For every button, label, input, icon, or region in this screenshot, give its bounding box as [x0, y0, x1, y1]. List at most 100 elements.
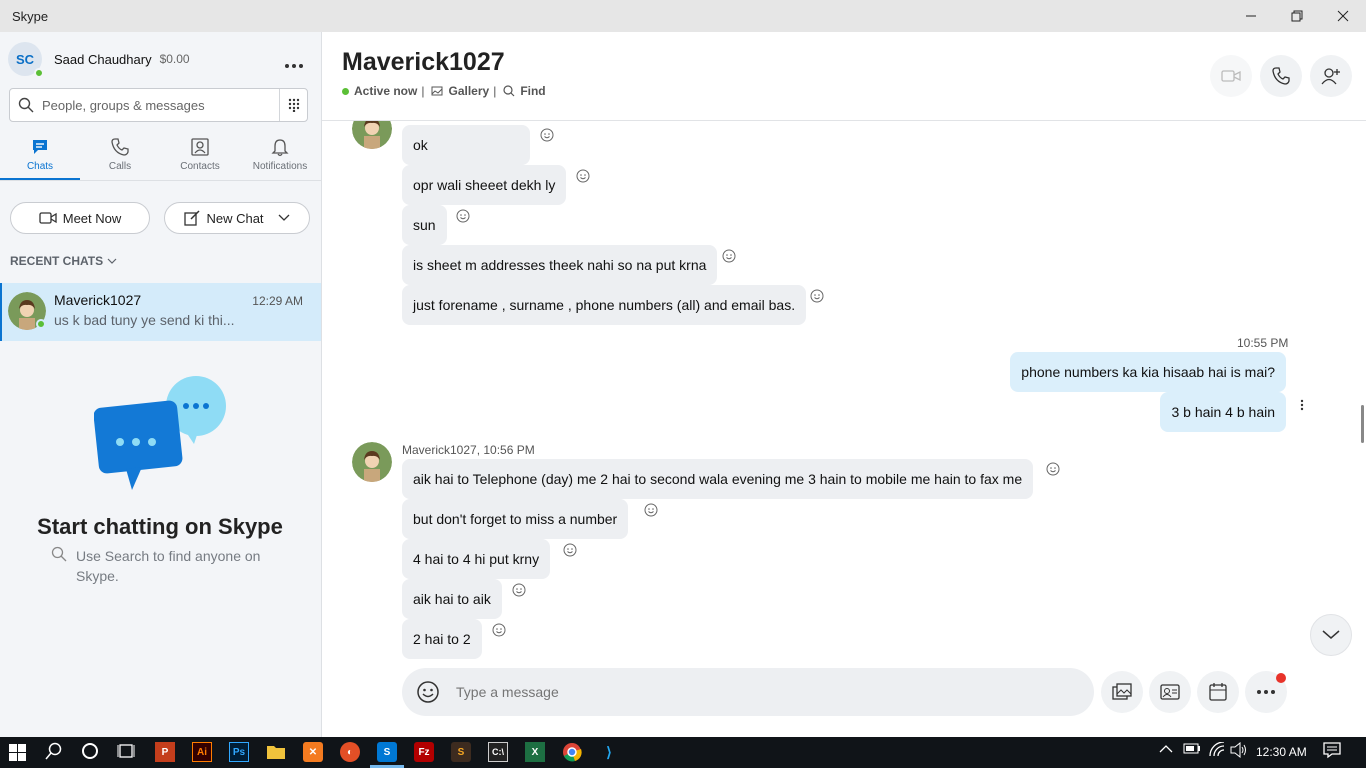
- photoshop-icon[interactable]: Ps: [229, 742, 249, 762]
- battery-icon[interactable]: [1183, 742, 1203, 762]
- minimize-button[interactable]: [1228, 0, 1274, 32]
- cortana-icon[interactable]: [81, 742, 101, 762]
- powerpoint-icon[interactable]: P: [155, 742, 175, 762]
- send-contact-button[interactable]: [1149, 671, 1191, 713]
- message-input[interactable]: [456, 684, 1016, 700]
- task-view-icon[interactable]: [117, 742, 137, 762]
- profile-balance[interactable]: $0.00: [160, 52, 190, 66]
- tab-contacts-label: Contacts: [180, 161, 220, 172]
- conversation-title[interactable]: Maverick1027: [342, 48, 505, 77]
- vscode-icon[interactable]: ⟩: [599, 742, 619, 762]
- empty-state-title: Start chatting on Skype: [37, 514, 283, 539]
- message-bubble[interactable]: but don't forget to miss a number: [402, 499, 629, 539]
- new-chat-label: New Chat: [206, 210, 264, 226]
- app-icon[interactable]: ◐: [340, 742, 360, 762]
- message-bubble[interactable]: 2 hai to 2: [402, 619, 482, 659]
- schedule-call-button[interactable]: [1197, 671, 1239, 713]
- search-icon[interactable]: [45, 742, 65, 762]
- avatar[interactable]: SC: [8, 42, 44, 78]
- chrome-icon[interactable]: [562, 742, 582, 762]
- file-explorer-icon[interactable]: [266, 742, 286, 762]
- illustrator-icon[interactable]: Ai: [192, 742, 212, 762]
- excel-icon[interactable]: X: [525, 742, 545, 762]
- compose-icon: [184, 210, 200, 226]
- volume-icon[interactable]: [1230, 742, 1250, 762]
- emoji-reaction-icon[interactable]: [492, 623, 506, 637]
- video-call-button[interactable]: [1210, 55, 1252, 97]
- avatar: [352, 442, 392, 482]
- message-bubble[interactable]: is sheet m addresses theek nahi so na pu…: [402, 245, 718, 285]
- sidebar: SC Saad Chaudhary $0.00 People, groups &…: [0, 32, 322, 737]
- tab-calls[interactable]: Calls: [80, 137, 160, 181]
- recent-chats-label: RECENT CHATS: [10, 254, 104, 268]
- profile-more-button[interactable]: [284, 56, 304, 74]
- message-options-icon[interactable]: [1300, 399, 1304, 411]
- tab-notifications[interactable]: Notifications: [240, 137, 320, 181]
- emoji-reaction-icon[interactable]: [576, 169, 590, 183]
- gallery-link[interactable]: Gallery: [448, 84, 489, 98]
- chat-list-item[interactable]: Maverick1027 12:29 AM us k bad tuny ye s…: [0, 283, 321, 341]
- find-link[interactable]: Find: [520, 84, 545, 98]
- message-bubble[interactable]: sun: [402, 205, 447, 245]
- sublime-text-icon[interactable]: S: [451, 742, 471, 762]
- my-message-bubble[interactable]: phone numbers ka kia hisaab hai is mai?: [1010, 352, 1286, 392]
- windows-start-icon[interactable]: [9, 744, 29, 764]
- emoji-reaction-icon[interactable]: [512, 583, 526, 597]
- emoji-reaction-icon[interactable]: [722, 249, 736, 263]
- filezilla-icon[interactable]: Fz: [414, 742, 434, 762]
- message-bubble[interactable]: 4 hai to 4 hi put krny: [402, 539, 551, 579]
- online-status-dot: [342, 87, 349, 95]
- emoji-reaction-icon[interactable]: [456, 209, 470, 223]
- scroll-to-bottom-button[interactable]: [1310, 614, 1352, 656]
- message-bubble[interactable]: aik hai to aik: [402, 579, 502, 619]
- taskbar-clock[interactable]: 12:30 AM: [1256, 745, 1307, 759]
- search-box[interactable]: People, groups & messages: [9, 88, 308, 122]
- xampp-icon[interactable]: ✕: [303, 742, 323, 762]
- scrollbar[interactable]: [1361, 405, 1364, 443]
- wifi-icon[interactable]: [1208, 742, 1228, 762]
- message-bubble[interactable]: aik hai to Telephone (day) me 2 hai to s…: [402, 459, 1034, 499]
- emoji-reaction-icon[interactable]: [644, 503, 658, 517]
- search-input[interactable]: People, groups & messages: [42, 98, 205, 113]
- meet-now-label: Meet Now: [62, 210, 122, 226]
- tab-contacts[interactable]: Contacts: [160, 137, 240, 181]
- image-file-icon: [1112, 683, 1132, 700]
- restore-button[interactable]: [1274, 0, 1320, 32]
- search-icon: [51, 546, 67, 562]
- emoji-icon[interactable]: [416, 680, 440, 704]
- command-prompt-icon[interactable]: C:\: [488, 742, 508, 762]
- add-people-button[interactable]: [1310, 55, 1352, 97]
- chevron-up-icon[interactable]: [1159, 742, 1179, 762]
- chat-bubbles-illustration: [94, 376, 226, 490]
- profile-area[interactable]: SC Saad Chaudhary $0.00: [8, 42, 190, 78]
- user-avatar-icon: [352, 442, 392, 482]
- calendar-icon: [1209, 683, 1227, 701]
- emoji-reaction-icon[interactable]: [540, 128, 554, 142]
- emoji-reaction-icon[interactable]: [1046, 462, 1060, 476]
- emoji-reaction-icon[interactable]: [810, 289, 824, 303]
- emoji-reaction-icon[interactable]: [563, 543, 577, 557]
- message-bubble[interactable]: just forename , surname , phone numbers …: [402, 285, 807, 325]
- more-options-button[interactable]: [1245, 671, 1287, 713]
- send-file-button[interactable]: [1101, 671, 1143, 713]
- skype-taskbar-icon[interactable]: S: [377, 742, 397, 762]
- new-chat-button[interactable]: New Chat: [164, 202, 310, 234]
- message-list[interactable]: ok opr wali sheeet dekh ly sun is sheet …: [322, 121, 1366, 661]
- title-bar: Skype: [0, 0, 1366, 32]
- tab-chats[interactable]: Chats: [0, 137, 80, 181]
- action-center-icon[interactable]: [1323, 742, 1343, 762]
- meet-now-button[interactable]: Meet Now: [10, 202, 150, 234]
- divider: [0, 180, 322, 181]
- bell-icon: [271, 139, 289, 157]
- my-message-bubble[interactable]: 3 b hain 4 b hain: [1160, 392, 1286, 432]
- message-bubble[interactable]: opr wali sheeet dekh ly: [402, 165, 567, 205]
- message-bubble[interactable]: ok: [402, 125, 530, 165]
- close-button[interactable]: [1320, 0, 1366, 32]
- contact-card-icon: [1160, 684, 1180, 700]
- recent-chats-header[interactable]: RECENT CHATS: [10, 254, 117, 268]
- phone-icon: [1272, 67, 1290, 85]
- chat-time: 12:29 AM: [252, 294, 303, 308]
- dialpad-button[interactable]: [279, 89, 307, 121]
- audio-call-button[interactable]: [1260, 55, 1302, 97]
- windows-taskbar: P Ai Ps ✕ ◐ S Fz S C:\ X ⟩ 12:30 AM: [0, 737, 1366, 768]
